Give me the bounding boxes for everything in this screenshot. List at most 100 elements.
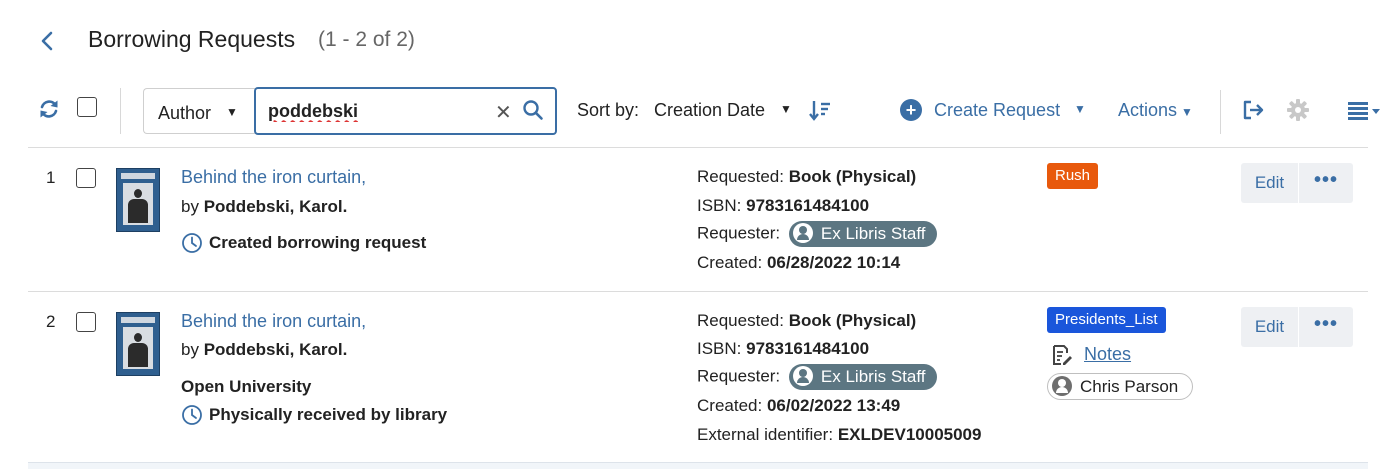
clear-icon[interactable]: ✕	[495, 100, 512, 125]
external-identifier-label: External identifier:	[697, 425, 834, 444]
cover-photo	[123, 183, 153, 225]
toolbar-divider	[1220, 90, 1221, 134]
status-text: Created borrowing request	[209, 233, 427, 252]
cover-figure-body	[128, 343, 148, 367]
table-row: 1 Behind the iron curtain, by Poddebski,…	[0, 148, 1387, 291]
requester-name: Ex Libris Staff	[820, 224, 926, 243]
requester-field: Requester: Ex Libris Staff	[697, 221, 938, 247]
select-all-checkbox[interactable]	[77, 97, 97, 117]
row-index: 1	[46, 168, 56, 187]
assignee-chip[interactable]: Chris Parson	[1047, 373, 1194, 400]
more-actions-button[interactable]: •••	[1299, 307, 1353, 347]
actions-label: Actions	[1118, 100, 1178, 120]
requested-value: Book (Physical)	[788, 167, 917, 186]
requested-label: Requested:	[697, 167, 784, 186]
results-count: (1 - 2 of 2)	[318, 28, 415, 51]
cover-photo	[123, 327, 153, 369]
created-field: Created: 06/02/2022 13:49	[697, 396, 900, 416]
row-actions: Edit •••	[1241, 163, 1353, 203]
row-checkbox[interactable]	[76, 312, 96, 332]
by-prefix: by	[181, 197, 199, 216]
more-actions-button[interactable]: •••	[1299, 163, 1353, 203]
isbn-field: ISBN: 9783161484100	[697, 339, 869, 359]
plus-circle-icon: +	[900, 99, 922, 121]
requester-field: Requester: Ex Libris Staff	[697, 364, 938, 390]
presidents-list-badge: Presidents_List	[1047, 307, 1166, 333]
row-index: 2	[46, 312, 56, 331]
chevron-left-icon[interactable]	[36, 28, 58, 54]
cover-figure-head	[134, 333, 142, 342]
caret-down-icon[interactable]: ▼	[780, 102, 792, 116]
external-identifier-value: EXLDEV10005009	[837, 425, 982, 444]
notes-icon	[1053, 345, 1072, 365]
external-identifier-field: External identifier: EXLDEV10005009	[697, 425, 981, 445]
author-line: by Poddebski, Karol.	[181, 340, 347, 360]
requester-name: Ex Libris Staff	[820, 367, 926, 386]
list-footer	[28, 462, 1368, 469]
sort-dropdown[interactable]: Creation Date	[654, 100, 765, 121]
by-prefix: by	[181, 340, 199, 359]
search-input[interactable]	[268, 99, 488, 123]
requested-field: Requested: Book (Physical)	[697, 167, 916, 187]
table-row: 2 Behind the iron curtain, by Poddebski,…	[0, 292, 1387, 462]
edit-button[interactable]: Edit	[1241, 307, 1298, 347]
requested-value: Book (Physical)	[788, 311, 917, 330]
search-box[interactable]: ✕	[254, 87, 557, 135]
search-field-label: Author	[158, 103, 212, 123]
isbn-value: 9783161484100	[746, 196, 870, 215]
actions-menu-button[interactable]: Actions ▼	[1118, 100, 1193, 121]
create-request-label: Create Request	[934, 100, 1061, 120]
book-cover-thumbnail[interactable]	[116, 312, 160, 376]
created-field: Created: 06/28/2022 10:14	[697, 253, 900, 273]
isbn-label: ISBN:	[697, 196, 742, 215]
caret-down-icon: ▼	[1181, 105, 1193, 119]
sort-label: Sort by:	[577, 100, 640, 120]
isbn-label: ISBN:	[697, 339, 742, 358]
status-text: Physically received by library	[209, 405, 448, 424]
requested-field: Requested: Book (Physical)	[697, 311, 916, 331]
toolbar-divider	[120, 88, 121, 134]
search-field-dropdown[interactable]: Author ▼	[143, 88, 255, 134]
requester-chip[interactable]: Ex Libris Staff	[788, 364, 938, 390]
created-value: 06/28/2022 10:14	[766, 253, 901, 272]
cover-band	[121, 317, 155, 323]
request-title-link[interactable]: Behind the iron curtain,	[181, 311, 366, 332]
row-actions: Edit •••	[1241, 307, 1353, 347]
export-icon[interactable]	[1241, 98, 1265, 122]
created-value: 06/02/2022 13:49	[766, 396, 901, 415]
caret-down-icon: ▼	[226, 105, 238, 119]
rush-badge: Rush	[1047, 163, 1099, 189]
person-icon	[1052, 375, 1072, 396]
partner-name: Open University	[181, 377, 312, 396]
requester-label: Requester:	[697, 223, 781, 243]
edit-button[interactable]: Edit	[1241, 163, 1298, 203]
author-line: by Poddebski, Karol.	[181, 197, 347, 217]
requested-label: Requested:	[697, 311, 784, 330]
requester-chip[interactable]: Ex Libris Staff	[788, 221, 938, 247]
request-title-link[interactable]: Behind the iron curtain,	[181, 167, 366, 188]
created-label: Created:	[697, 253, 763, 272]
notes-label: Notes	[1084, 344, 1132, 364]
toolbar: Author ▼ ✕ Sort by: Creation Date ▼ + Cr…	[0, 86, 1387, 136]
cover-band	[121, 173, 155, 179]
isbn-value: 9783161484100	[746, 339, 870, 358]
page-title: Borrowing Requests	[88, 26, 296, 52]
created-label: Created:	[697, 396, 763, 415]
book-cover-thumbnail[interactable]	[116, 168, 160, 232]
row-checkbox[interactable]	[76, 168, 96, 188]
sort-descending-icon[interactable]	[808, 98, 832, 122]
requester-label: Requester:	[697, 366, 781, 386]
refresh-icon[interactable]	[38, 98, 60, 120]
person-icon	[792, 222, 813, 243]
author-name: Poddebski, Karol.	[203, 340, 348, 359]
clock-icon	[182, 405, 202, 425]
isbn-field: ISBN: 9783161484100	[697, 196, 869, 216]
search-icon[interactable]	[522, 99, 544, 121]
list-view-icon[interactable]	[1346, 99, 1386, 123]
cover-figure-head	[134, 189, 142, 198]
gear-icon[interactable]	[1286, 98, 1310, 122]
clock-icon	[182, 233, 202, 253]
author-name: Poddebski, Karol.	[203, 197, 348, 216]
assignee-name: Chris Parson	[1080, 377, 1179, 396]
person-icon	[792, 365, 813, 386]
